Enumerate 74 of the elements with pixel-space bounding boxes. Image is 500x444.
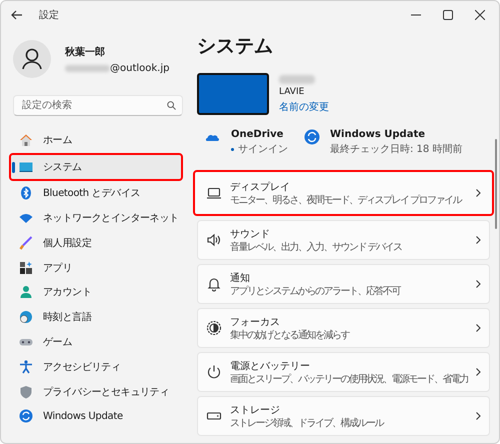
update-icon[interactable]	[304, 129, 320, 145]
bluetooth-icon	[19, 186, 33, 200]
settings-card[interactable]: サウンド 音量レベル、出力、入力、サウンド デバイス	[197, 220, 490, 260]
setting-title: フォーカス	[230, 316, 281, 328]
search-field[interactable]: 設定の検索	[13, 95, 183, 116]
nav-item[interactable]: アカウント	[9, 280, 183, 305]
nav-item[interactable]: ネットワークとインターネット	[9, 206, 183, 230]
setting-title: 電源とバッテリー	[230, 360, 311, 372]
access-icon	[19, 360, 33, 374]
nav-item[interactable]: Bluetooth とデバイス	[9, 180, 183, 206]
blurred-text	[279, 75, 315, 84]
nav-item[interactable]: アクセシビリティ	[9, 354, 183, 380]
avatar-icon[interactable]	[13, 40, 51, 78]
setting-description: モニター、明るさ、夜間モード、ディスプレイ プロファイル	[230, 194, 463, 206]
nav-item[interactable]: プライバシーとセキュリティ	[9, 379, 183, 404]
selection-indicator	[12, 162, 15, 173]
search-icon	[167, 101, 176, 110]
nav-item[interactable]: システム	[9, 152, 183, 181]
user-name: 秋葉一郎	[65, 45, 106, 58]
time-icon	[19, 310, 33, 324]
page-title: システム	[197, 34, 274, 59]
chevron-icon	[476, 236, 481, 244]
nav-item[interactable]: 時刻と言語	[9, 304, 183, 330]
apps-icon	[19, 260, 33, 275]
power-icon	[206, 364, 222, 380]
nav-item[interactable]: Windows Update	[9, 404, 183, 429]
maximize-icon[interactable]	[443, 10, 453, 20]
rename-link[interactable]: 名前の変更	[279, 100, 329, 114]
status-dot	[231, 148, 234, 150]
setting-description: アプリとシステムからのアラート、応答不可	[230, 286, 402, 298]
setting-description: 画面とスリープ、バッテリーの使用状況、電源モード、省電力	[230, 374, 468, 386]
setting-title: 通知	[230, 272, 251, 284]
scrollbar[interactable]	[495, 139, 497, 229]
bell-icon	[206, 276, 222, 292]
nav-item[interactable]: 個人用設定	[9, 230, 183, 256]
setting-description: ストレージ領域、ドライブ、構成ルール	[230, 418, 384, 430]
status-subtitle: サインイン	[238, 143, 288, 156]
device-model: LAVIE	[279, 87, 306, 97]
back-arrow-icon[interactable]	[11, 10, 23, 20]
settings-card[interactable]: ディスプレイ モニター、明るさ、夜間モード、ディスプレイ プロファイル	[193, 170, 494, 216]
nav-item[interactable]: ゲーム	[9, 330, 183, 354]
status-title: Windows Update	[330, 129, 426, 140]
window-title: 設定	[39, 8, 59, 22]
blurred-text	[65, 64, 110, 72]
close-icon[interactable]	[475, 10, 485, 20]
setting-description: 集中の妨げとなる通知を減らす	[230, 330, 350, 342]
focus-icon	[206, 320, 222, 336]
update-icon	[19, 409, 33, 424]
brush-icon	[19, 236, 33, 250]
settings-card[interactable]: 通知 アプリとシステムからのアラート、応答不可	[197, 264, 490, 304]
settings-card[interactable]: ストレージ ストレージ領域、ドライブ、構成ルール	[197, 396, 490, 436]
setting-title: ディスプレイ	[230, 180, 291, 194]
status-subtitle: 最終チェック日時: 18 時間前	[330, 142, 462, 156]
system-icon	[19, 160, 33, 174]
chevron-icon	[476, 280, 481, 288]
status-title: OneDrive	[231, 129, 284, 140]
setting-title: サウンド	[230, 228, 271, 240]
user-email: @outlook.jp	[110, 62, 170, 74]
settings-card[interactable]: フォーカス 集中の妨げとなる通知を減らす	[197, 308, 490, 348]
device-image	[197, 73, 269, 115]
settings-card[interactable]: 電源とバッテリー 画面とスリープ、バッテリーの使用状況、電源モード、省電力	[197, 352, 490, 392]
home-icon	[19, 133, 33, 148]
chevron-icon	[476, 412, 481, 420]
chevron-icon	[476, 324, 481, 332]
chevron-icon	[476, 189, 481, 197]
nav-item[interactable]: ホーム	[9, 128, 183, 153]
chevron-icon	[476, 368, 481, 376]
sound-icon	[206, 232, 222, 248]
account-icon	[19, 285, 33, 300]
shield-icon	[19, 384, 33, 399]
nav-item[interactable]: アプリ	[9, 255, 183, 280]
setting-title: ストレージ	[230, 404, 281, 416]
laptop-icon	[206, 185, 222, 201]
setting-description: 音量レベル、出力、入力、サウンド デバイス	[230, 242, 403, 254]
